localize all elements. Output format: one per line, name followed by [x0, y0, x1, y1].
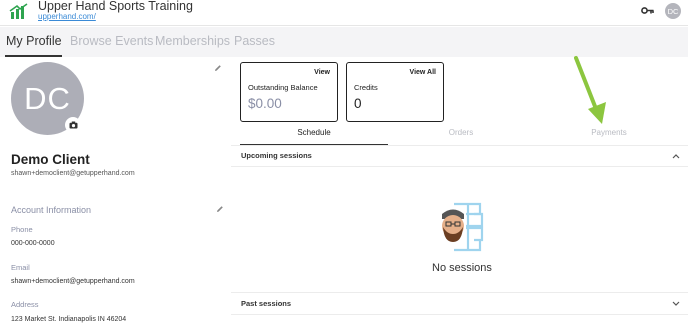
divider	[231, 292, 688, 293]
top-bar: Upper Hand Sports Training upperhand.com…	[0, 0, 688, 26]
annotation-arrow-icon	[574, 56, 606, 124]
key-icon[interactable]	[641, 6, 654, 15]
credits-label: Credits	[354, 83, 378, 92]
divider	[231, 314, 688, 315]
credits-value: 0	[354, 96, 362, 111]
view-balance-link[interactable]: View	[314, 69, 330, 76]
outstanding-balance-card: View Outstanding Balance $0.00	[240, 62, 338, 122]
client-email: shawn+democlient@getupperhand.com	[11, 170, 135, 177]
logo-icon[interactable]	[9, 3, 29, 21]
main-nav: My Profile Browse Events Memberships Pas…	[0, 27, 688, 57]
brand-url-link[interactable]: upperhand.com/	[38, 12, 96, 21]
edit-account-pencil-icon[interactable]	[216, 205, 224, 213]
outstanding-balance-value: $0.00	[248, 96, 282, 111]
divider	[231, 166, 688, 167]
credits-card: View All Credits 0	[346, 62, 444, 122]
tab-schedule[interactable]: Schedule	[297, 128, 330, 137]
address-label: Address	[11, 300, 39, 309]
email-value: shawn+democlient@getupperhand.com	[11, 278, 135, 285]
camera-icon	[69, 121, 77, 129]
chevron-up-icon[interactable]	[672, 153, 680, 159]
active-tab-indicator	[5, 55, 62, 57]
tab-memberships[interactable]: Memberships	[155, 34, 230, 48]
empty-sessions-illustration	[442, 202, 484, 252]
tab-orders[interactable]: Orders	[449, 128, 473, 137]
client-name: Demo Client	[11, 152, 90, 167]
phone-value: 000-000-0000	[11, 240, 55, 247]
view-all-credits-link[interactable]: View All	[410, 69, 436, 76]
tab-passes[interactable]: Passes	[234, 34, 275, 48]
edit-profile-pencil-icon[interactable]	[214, 64, 222, 72]
user-avatar-menu[interactable]: DC	[665, 3, 681, 19]
outstanding-balance-label: Outstanding Balance	[248, 83, 318, 92]
upcoming-sessions-header[interactable]: Upcoming sessions	[241, 151, 312, 160]
address-value: 123 Market St. Indianapolis IN 46204	[11, 316, 127, 323]
tab-browse-events[interactable]: Browse Events	[70, 34, 153, 48]
tab-my-profile[interactable]: My Profile	[6, 34, 62, 48]
past-sessions-header[interactable]: Past sessions	[241, 299, 291, 308]
tab-payments[interactable]: Payments	[591, 128, 627, 137]
change-photo-button[interactable]	[65, 117, 81, 133]
email-label: Email	[11, 263, 30, 272]
no-sessions-text: No sessions	[432, 262, 492, 274]
chevron-down-icon[interactable]	[672, 301, 680, 307]
divider	[231, 145, 688, 146]
account-information-title: Account Information	[11, 205, 92, 215]
phone-label: Phone	[11, 225, 33, 234]
